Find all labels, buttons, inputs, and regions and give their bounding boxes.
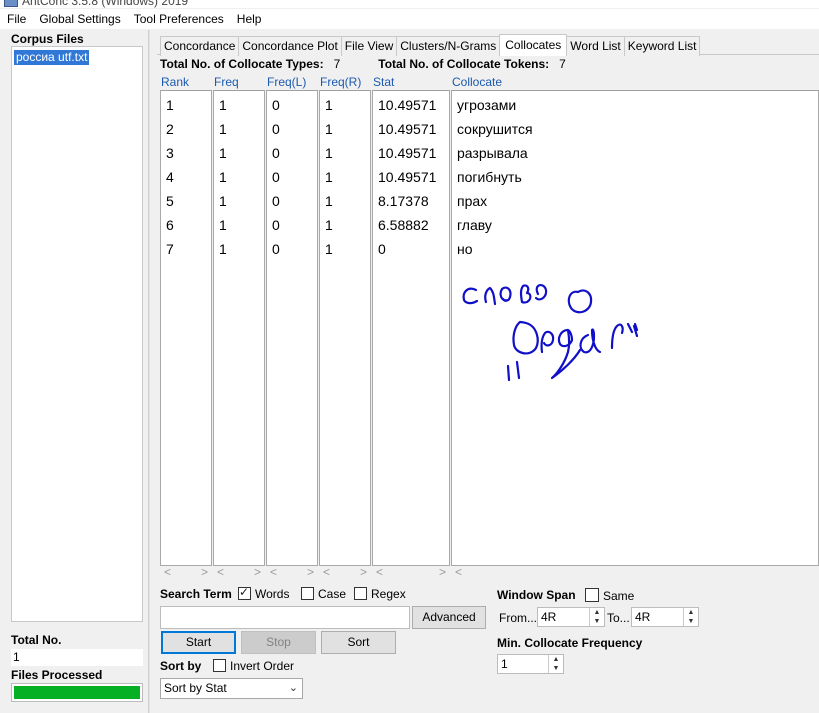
tab-collocates[interactable]: Collocates (499, 34, 568, 56)
words-checkbox[interactable]: Words (238, 585, 290, 601)
hscroll-freq[interactable]: < > (213, 566, 265, 579)
spinner-arrows-icon[interactable]: ▲ ▼ (589, 608, 604, 626)
same-label: Same (603, 589, 635, 603)
scroll-right-icon[interactable]: > (254, 566, 261, 579)
regex-check-box[interactable] (354, 587, 367, 600)
to-label: To... (607, 611, 630, 625)
sort-button[interactable]: Sort (321, 631, 396, 654)
case-label: Case (318, 587, 347, 601)
hscroll-freq-l[interactable]: < > (266, 566, 318, 579)
regex-label: Regex (371, 587, 406, 601)
words-check-box[interactable] (238, 585, 251, 600)
spinner-arrows-icon[interactable]: ▲ ▼ (548, 655, 563, 673)
same-checkbox[interactable]: Same (585, 588, 634, 603)
scroll-left-icon[interactable]: < (270, 566, 277, 579)
scroll-left-icon[interactable]: < (217, 566, 224, 579)
scroll-left-icon[interactable]: < (455, 566, 462, 579)
scroll-right-icon[interactable]: > (307, 566, 314, 579)
same-check-box[interactable] (585, 588, 599, 602)
sort-by-label: Sort by (160, 659, 202, 673)
chevron-down-icon: ⌄ (288, 682, 298, 694)
invert-order-label: Invert Order (230, 659, 295, 673)
min-freq-spinner[interactable]: 1 ▲ ▼ (497, 654, 564, 674)
from-spinner[interactable]: 4R ▲ ▼ (537, 607, 605, 627)
from-label: From... (499, 611, 537, 625)
hscroll-freq-r[interactable]: < > (319, 566, 371, 579)
hscroll-stat[interactable]: < > (372, 566, 450, 579)
scroll-right-icon[interactable]: > (201, 566, 208, 579)
case-check-box[interactable] (301, 587, 314, 600)
case-checkbox[interactable]: Case (301, 587, 346, 601)
to-value: 4R (635, 610, 651, 624)
regex-checkbox[interactable]: Regex (354, 587, 406, 601)
scroll-right-icon[interactable]: > (360, 566, 367, 579)
hscroll-collocate[interactable]: < (451, 566, 471, 579)
search-term-label: Search Term (160, 587, 232, 601)
stop-button[interactable]: Stop (241, 631, 316, 654)
min-freq-label: Min. Collocate Frequency (497, 636, 643, 650)
scroll-left-icon[interactable]: < (164, 566, 171, 579)
spinner-arrows-icon[interactable]: ▲ ▼ (683, 608, 698, 626)
min-freq-value: 1 (501, 657, 508, 671)
scroll-left-icon[interactable]: < (323, 566, 330, 579)
scroll-left-icon[interactable]: < (376, 566, 383, 579)
from-value: 4R (541, 610, 557, 624)
window-span-label: Window Span (497, 588, 576, 602)
sort-by-select[interactable]: Sort by Stat ⌄ (160, 678, 303, 699)
invert-order-check-box[interactable] (213, 659, 226, 672)
hscroll-rank[interactable]: < > (160, 566, 212, 579)
words-label: Words (255, 587, 290, 601)
start-button[interactable]: Start (161, 631, 236, 654)
scroll-right-icon[interactable]: > (439, 566, 446, 579)
to-spinner[interactable]: 4R ▲ ▼ (631, 607, 699, 627)
search-input[interactable] (160, 606, 410, 629)
invert-order-checkbox[interactable]: Invert Order (213, 659, 294, 673)
sort-by-selected: Sort by Stat (164, 681, 227, 695)
advanced-button[interactable]: Advanced (412, 606, 486, 629)
